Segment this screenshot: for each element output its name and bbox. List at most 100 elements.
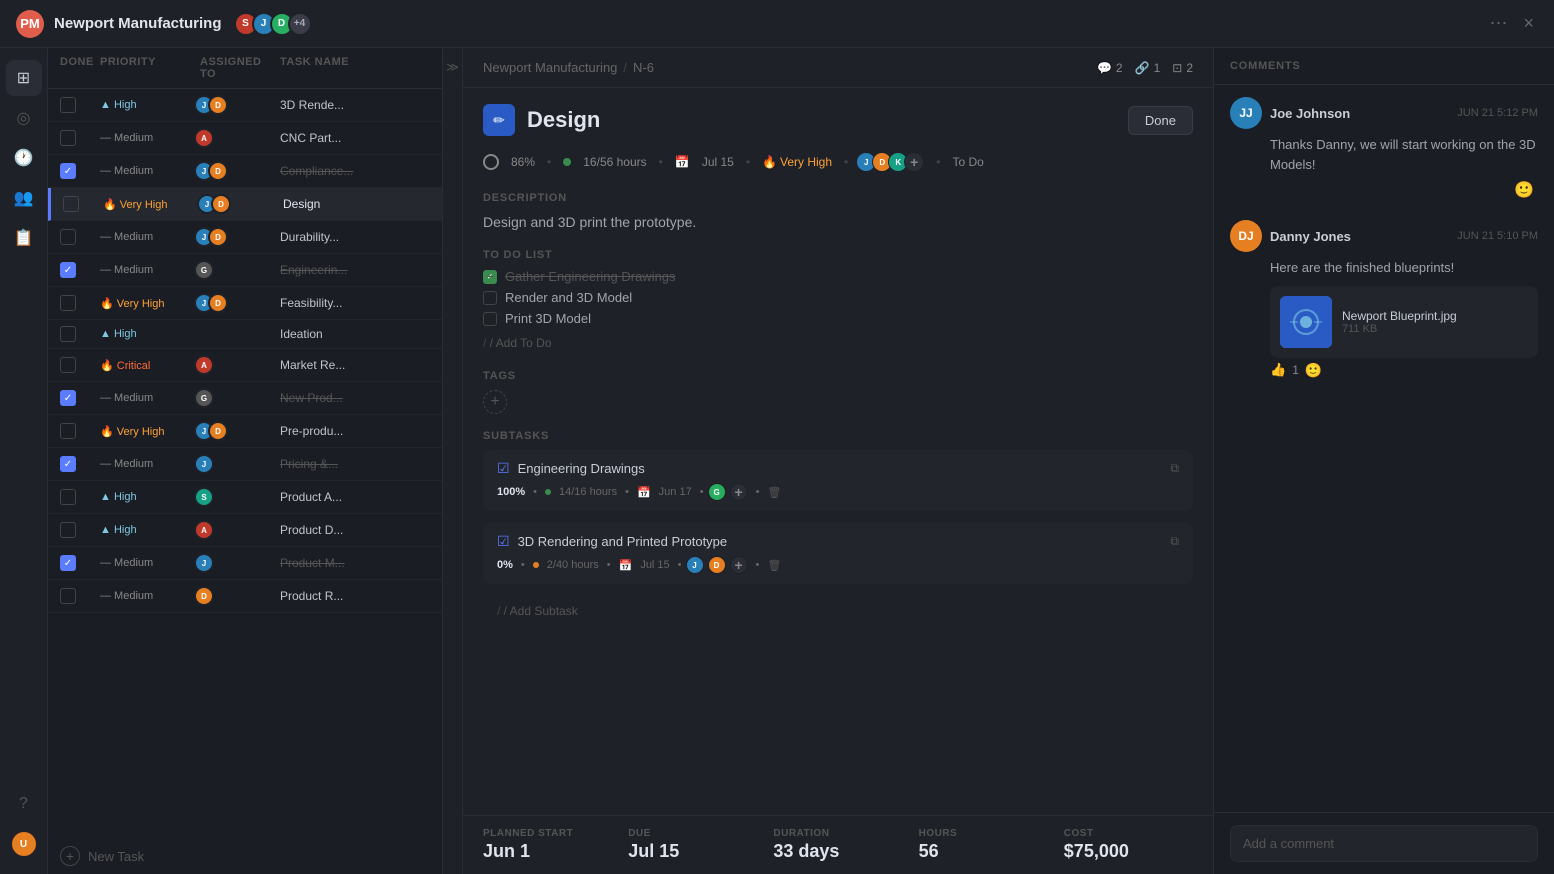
task-footer: PLANNED START Jun 1 DUE Jul 15 DURATION … xyxy=(463,815,1213,874)
avatar: A xyxy=(194,355,214,375)
task-detail-header-right: 💬 2 🔗 1 ⊡ 2 xyxy=(1097,61,1193,75)
add-tag-button[interactable]: + xyxy=(483,390,507,414)
task-row[interactable]: ▲ High J D 3D Rende... xyxy=(48,89,442,122)
task-name: Feasibility... xyxy=(280,296,430,310)
subtask-header-icon: ⊡ xyxy=(1172,61,1182,75)
subtasks-count: 2 xyxy=(1186,61,1193,75)
sidebar-icon-user[interactable]: U xyxy=(6,826,42,862)
todo-item[interactable]: Render and 3D Model xyxy=(483,290,1193,305)
assigned-avatars: S xyxy=(200,487,280,507)
emoji-reaction-btn[interactable]: 🙂 xyxy=(1514,182,1534,199)
footer-cost: COST $75,000 xyxy=(1064,828,1193,862)
priority-icon: 🔥 xyxy=(762,155,777,169)
todo-checkbox[interactable] xyxy=(483,270,497,284)
task-row[interactable]: — Medium G New Prod... xyxy=(48,382,442,415)
add-todo[interactable]: / / Add To Do xyxy=(483,332,1193,354)
task-checkbox[interactable] xyxy=(60,262,76,278)
add-todo-icon: / xyxy=(483,336,490,350)
done-button[interactable]: Done xyxy=(1128,106,1193,135)
priority-badge: ▲ High xyxy=(100,99,200,111)
add-reaction-button[interactable]: 🙂 xyxy=(1305,362,1322,379)
task-checkbox[interactable] xyxy=(60,130,76,146)
attachment-info: Newport Blueprint.jpg 711 KB xyxy=(1342,309,1457,335)
hours-dot xyxy=(563,158,571,166)
task-row[interactable]: 🔥 Critical A Market Re... xyxy=(48,349,442,382)
sidebar-icon-team[interactable]: 👥 xyxy=(6,180,42,216)
attachment-size: 711 KB xyxy=(1342,323,1457,335)
task-checkbox[interactable] xyxy=(60,522,76,538)
sidebar-icon-docs[interactable]: 📋 xyxy=(6,220,42,256)
reaction-emoji: 👍 xyxy=(1270,362,1286,378)
task-checkbox[interactable] xyxy=(60,555,76,571)
add-task-icon: + xyxy=(60,846,80,866)
sidebar-icon-help[interactable]: ? xyxy=(6,786,42,822)
task-checkbox[interactable] xyxy=(60,489,76,505)
task-row[interactable]: 🔥 Very High J D Feasibility... xyxy=(48,287,442,320)
task-checkbox[interactable] xyxy=(60,295,76,311)
task-detail-body: ✏ Design Done 86% • 16/56 hours • 📅 Jul … xyxy=(463,88,1213,815)
task-row[interactable]: 🔥 Very High J D Pre-produ... xyxy=(48,415,442,448)
sidebar: ⊞ ◎ 🕐 👥 📋 ? U xyxy=(0,48,48,874)
subtask-due: Jun 17 xyxy=(659,486,692,498)
task-row[interactable]: — Medium G Engineerin... xyxy=(48,254,442,287)
todo-item[interactable]: Print 3D Model xyxy=(483,311,1193,326)
task-row[interactable]: ▲ High Ideation xyxy=(48,320,442,349)
task-checkbox[interactable] xyxy=(60,163,76,179)
task-checkbox[interactable] xyxy=(60,357,76,373)
add-task-row[interactable]: + New Task xyxy=(48,838,442,874)
todo-checkbox[interactable] xyxy=(483,291,497,305)
comment-reactions: 👍 1 🙂 xyxy=(1270,362,1538,379)
task-row[interactable]: — Medium A CNC Part... xyxy=(48,122,442,155)
subtask-ext-link[interactable]: ⧉ xyxy=(1170,461,1179,476)
attachment-card[interactable]: Newport Blueprint.jpg 711 KB xyxy=(1270,286,1538,358)
add-assignee-button[interactable]: + xyxy=(904,152,924,172)
comment-input[interactable] xyxy=(1230,825,1538,862)
priority-badge: — Medium xyxy=(100,165,200,177)
subtask-ext-link[interactable]: ⧉ xyxy=(1170,534,1179,549)
task-row[interactable]: — Medium J Pricing &... xyxy=(48,448,442,481)
task-checkbox[interactable] xyxy=(60,588,76,604)
subtask-assignee: D xyxy=(708,556,726,574)
task-checkbox[interactable] xyxy=(63,196,79,212)
task-checkbox[interactable] xyxy=(60,326,76,342)
add-subtask[interactable]: / / Add Subtask xyxy=(483,596,1193,626)
sidebar-icon-grid[interactable]: ⊞ xyxy=(6,60,42,96)
avatar: D xyxy=(211,194,231,214)
task-name: Pre-produ... xyxy=(280,424,430,438)
subtask-item: ☑ Engineering Drawings ⧉ 100% • 14/16 ho… xyxy=(483,450,1193,511)
task-checkbox[interactable] xyxy=(60,97,76,113)
avatar: D xyxy=(208,421,228,441)
sidebar-icon-activity[interactable]: ◎ xyxy=(6,100,42,136)
task-checkbox[interactable] xyxy=(60,390,76,406)
todo-checkbox[interactable] xyxy=(483,312,497,326)
assigned-avatars: J D xyxy=(203,194,283,214)
task-name: CNC Part... xyxy=(280,131,430,145)
delete-subtask[interactable]: 🗑 xyxy=(767,559,781,572)
task-row-design[interactable]: 🔥 Very High J D Design xyxy=(48,188,442,221)
delete-subtask[interactable]: 🗑 xyxy=(767,486,781,499)
top-bar: PM Newport Manufacturing S J D +4 ⋯ × xyxy=(0,0,1554,48)
task-row[interactable]: — Medium J D Compliance... xyxy=(48,155,442,188)
add-subtask-assignee[interactable]: + xyxy=(730,556,748,574)
calendar-icon: 📅 xyxy=(675,155,690,169)
task-main-title: Design xyxy=(527,107,600,133)
sidebar-icon-history[interactable]: 🕐 xyxy=(6,140,42,176)
task-checkbox[interactable] xyxy=(60,229,76,245)
comment-time: JUN 21 5:12 PM xyxy=(1457,107,1538,119)
task-row[interactable]: ▲ High S Product A... xyxy=(48,481,442,514)
task-row[interactable]: ▲ High A Product D... xyxy=(48,514,442,547)
more-button[interactable]: ⋯ xyxy=(1485,9,1511,38)
todo-item[interactable]: Gather Engineering Drawings xyxy=(483,269,1193,284)
task-row[interactable]: — Medium D Product R... xyxy=(48,580,442,613)
task-name: Product A... xyxy=(280,490,430,504)
task-checkbox[interactable] xyxy=(60,456,76,472)
task-row[interactable]: — Medium J Product M... xyxy=(48,547,442,580)
collapse-toggle[interactable]: ≫ xyxy=(443,48,463,874)
footer-planned-start: PLANNED START Jun 1 xyxy=(483,828,612,862)
priority-badge: — Medium xyxy=(100,231,200,243)
col-assigned: ASSIGNED TO xyxy=(200,56,280,80)
task-checkbox[interactable] xyxy=(60,423,76,439)
add-subtask-assignee[interactable]: + xyxy=(730,483,748,501)
close-button[interactable]: × xyxy=(1519,9,1538,38)
task-row[interactable]: — Medium J D Durability... xyxy=(48,221,442,254)
